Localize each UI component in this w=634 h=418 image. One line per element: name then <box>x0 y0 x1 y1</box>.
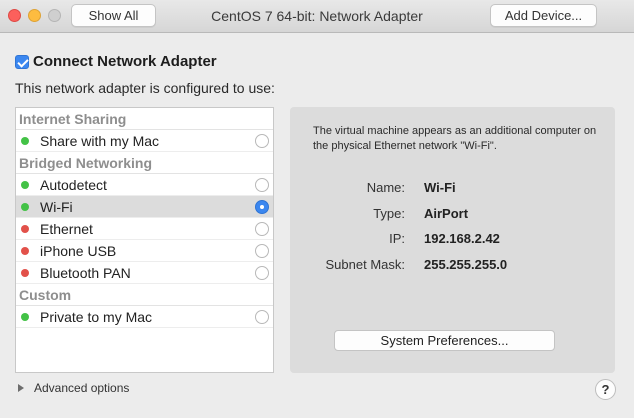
subnet-mask-value: 255.255.255.0 <box>424 257 508 272</box>
connect-network-adapter-label[interactable]: Connect Network Adapter <box>33 53 217 70</box>
list-item-label: Bluetooth PAN <box>40 264 131 281</box>
subnet-mask-label: Subnet Mask: <box>325 257 406 272</box>
status-dot-icon <box>21 268 29 277</box>
disclosure-triangle-icon[interactable] <box>18 384 24 392</box>
list-item-iphone-usb[interactable]: iPhone USB <box>16 240 273 262</box>
close-window-button[interactable] <box>8 9 21 22</box>
list-item-bluetooth-pan[interactable]: Bluetooth PAN <box>16 262 273 284</box>
status-dot-icon <box>21 202 29 211</box>
group-header-internet-sharing: Internet Sharing <box>16 108 273 130</box>
list-item-wi-fi[interactable]: Wi-Fi <box>16 196 273 218</box>
status-dot-icon <box>21 312 29 321</box>
ip-value: 192.168.2.42 <box>424 231 500 246</box>
status-dot-icon <box>21 224 29 233</box>
show-all-button[interactable]: Show All <box>71 4 156 27</box>
add-device-button[interactable]: Add Device... <box>490 4 597 27</box>
type-value: AirPort <box>424 206 469 221</box>
connect-network-adapter-row[interactable]: Connect Network Adapter <box>15 53 217 70</box>
list-item-share-with-my-mac[interactable]: Share with my Mac <box>16 130 273 152</box>
radio-button[interactable] <box>255 244 269 258</box>
title-bar: Show All CentOS 7 64-bit: Network Adapte… <box>0 0 634 33</box>
status-dot-icon <box>21 246 29 255</box>
radio-button[interactable] <box>255 310 269 324</box>
group-header-custom: Custom <box>16 284 273 306</box>
radio-button[interactable] <box>255 134 269 148</box>
status-dot-icon <box>21 136 29 145</box>
advanced-options-disclosure[interactable]: Advanced options <box>18 381 129 395</box>
adapter-list: Internet Sharing Share with my Mac Bridg… <box>15 107 274 373</box>
radio-button[interactable] <box>255 266 269 280</box>
type-label: Type: <box>373 206 405 221</box>
list-item-label: Ethernet <box>40 220 93 237</box>
radio-button[interactable] <box>255 178 269 192</box>
list-item-autodetect[interactable]: Autodetect <box>16 174 273 196</box>
radio-button[interactable] <box>255 222 269 236</box>
configured-to-use-text: This network adapter is configured to us… <box>15 80 275 96</box>
system-preferences-button[interactable]: System Preferences... <box>334 330 555 351</box>
list-item-label: iPhone USB <box>40 242 117 259</box>
list-item-private-to-my-mac[interactable]: Private to my Mac <box>16 306 273 328</box>
group-header-bridged-networking: Bridged Networking <box>16 152 273 174</box>
zoom-window-button[interactable] <box>48 9 61 22</box>
list-item-label: Share with my Mac <box>40 132 160 149</box>
window-title: CentOS 7 64-bit: Network Adapter <box>211 8 423 24</box>
help-button[interactable]: ? <box>595 379 616 400</box>
connect-network-adapter-checkbox[interactable] <box>15 54 29 69</box>
name-value: Wi-Fi <box>424 180 456 195</box>
list-item-ethernet[interactable]: Ethernet <box>16 218 273 240</box>
ip-label: IP: <box>389 231 405 246</box>
list-item-label: Autodetect <box>40 176 107 193</box>
status-dot-icon <box>21 180 29 189</box>
name-label: Name: <box>366 180 405 195</box>
radio-button-selected[interactable] <box>255 200 269 214</box>
list-item-label: Wi-Fi <box>40 198 73 215</box>
advanced-options-label[interactable]: Advanced options <box>34 381 129 395</box>
minimize-window-button[interactable] <box>28 9 41 22</box>
adapter-description: The virtual machine appears as an additi… <box>313 125 597 152</box>
adapter-detail-panel: The virtual machine appears as an additi… <box>290 107 615 373</box>
list-item-label: Private to my Mac <box>40 308 153 325</box>
